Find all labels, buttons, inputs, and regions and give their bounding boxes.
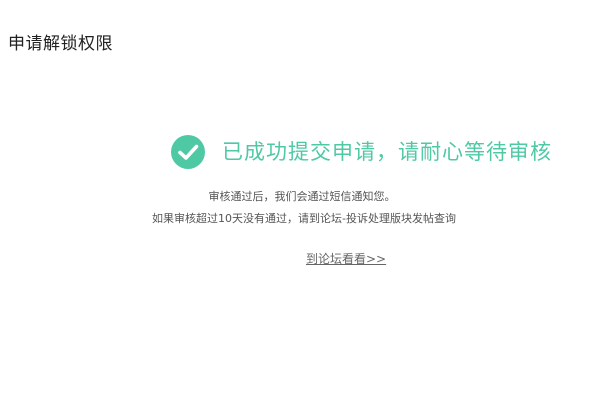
go-to-forum-link[interactable]: 到论坛看看>> [306, 251, 386, 267]
check-circle-icon [171, 135, 205, 169]
notice-line-forum: 如果审核超过10天没有通过，请到论坛-投诉处理版块发帖查询 [152, 212, 456, 225]
page-title: 申请解锁权限 [8, 34, 113, 54]
success-message: 已成功提交申请，请耐心等待审核 [222, 140, 552, 164]
unlock-request-page: 申请解锁权限 已成功提交申请，请耐心等待审核 审核通过后，我们会通过短信通知您。… [0, 0, 600, 400]
notice-line-sms: 审核通过后，我们会通过短信通知您。 [208, 190, 396, 203]
success-banner: 已成功提交申请，请耐心等待审核 [170, 132, 552, 172]
